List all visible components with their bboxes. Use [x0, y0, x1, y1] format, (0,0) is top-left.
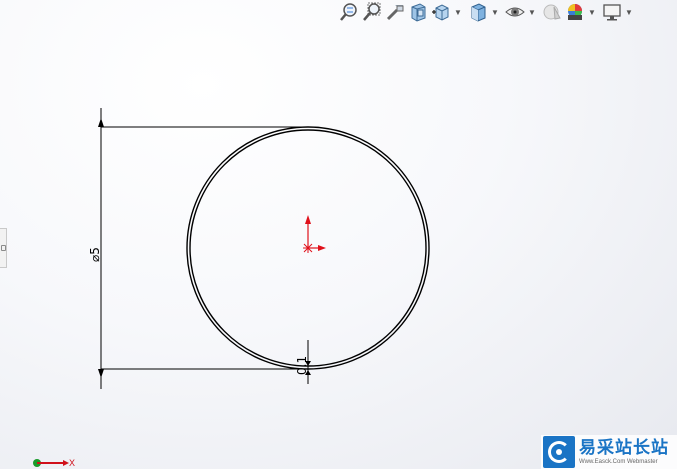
- diameter-dimension[interactable]: ⌀5: [88, 108, 308, 389]
- arrow-bottom: [98, 369, 104, 378]
- watermark-title: 易采站长站: [579, 437, 669, 458]
- sketch-origin-icon[interactable]: [303, 215, 326, 253]
- thickness-dimension-text[interactable]: 0.1: [295, 356, 309, 375]
- triad-x-label: X: [69, 458, 75, 468]
- thickness-dimension[interactable]: 0.1: [295, 340, 311, 384]
- arrow-top: [98, 118, 104, 127]
- graphics-area[interactable]: ⌀5 0.1: [0, 0, 677, 469]
- side-panel-tab[interactable]: [0, 228, 7, 268]
- watermark-logo-icon: [543, 436, 575, 468]
- watermark-url: Www.Easck.Com Webmaster: [579, 458, 658, 465]
- watermark-text: 易采站长站 Www.Easck.Com Webmaster: [579, 437, 669, 465]
- diameter-dimension-text[interactable]: ⌀5: [88, 247, 102, 262]
- watermark: 易采站长站 Www.Easck.Com Webmaster: [541, 435, 677, 469]
- reference-triad-icon: X: [33, 458, 75, 468]
